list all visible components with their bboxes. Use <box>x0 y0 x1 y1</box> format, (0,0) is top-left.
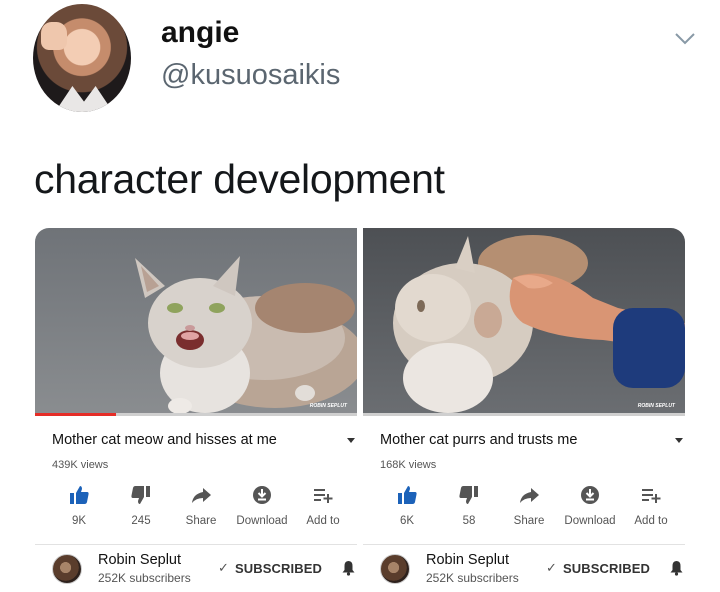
bell-icon[interactable] <box>342 560 355 576</box>
video-card: ROBIN SEPLUT Mother cat purrs and trusts… <box>363 228 685 592</box>
dislike-button[interactable]: 245 <box>111 484 171 534</box>
expand-caret-icon[interactable] <box>675 438 683 443</box>
share-label: Share <box>513 515 545 527</box>
like-count: 9K <box>71 515 87 527</box>
checkmark-icon: ✓ <box>218 560 229 575</box>
dislike-count: 58 <box>462 515 476 527</box>
subscriber-count: 252K subscribers <box>426 571 519 585</box>
thumbs-up-icon <box>70 486 89 504</box>
thumbs-down-icon <box>131 486 150 504</box>
share-label: Share <box>185 515 217 527</box>
subscribed-button[interactable]: SUBSCRIBED <box>563 561 650 576</box>
share-button[interactable]: Share <box>171 484 231 534</box>
video-progress-fill <box>35 413 116 416</box>
dislike-count: 245 <box>131 515 151 527</box>
channel-name[interactable]: Robin Seplut <box>426 552 509 568</box>
add-to-button[interactable]: Add to <box>293 484 353 534</box>
add-to-playlist-icon <box>314 489 333 503</box>
video-thumbnail[interactable]: ROBIN SEPLUT <box>35 228 357 416</box>
download-button[interactable]: Download <box>232 484 292 534</box>
like-count: 6K <box>399 515 415 527</box>
channel-row: Robin Seplut 252K subscribers ✓ SUBSCRIB… <box>35 550 357 590</box>
like-button[interactable]: 6K <box>377 484 437 534</box>
channel-name[interactable]: Robin Seplut <box>98 552 181 568</box>
subscribed-button[interactable]: SUBSCRIBED <box>235 561 322 576</box>
watermark-logo: ROBIN SEPLUT <box>637 403 675 409</box>
video-actions: 6K 58 Share Download Add to <box>363 484 685 534</box>
video-progress-bar[interactable] <box>35 413 357 416</box>
video-title[interactable]: Mother cat purrs and trusts me <box>380 432 577 448</box>
video-cards: ROBIN SEPLUT Mother cat meow and hisses … <box>35 228 685 592</box>
user-avatar[interactable] <box>33 4 131 112</box>
tweet-header: angie @kusuosaikis <box>30 4 700 114</box>
avatar-hand <box>41 22 67 50</box>
download-label: Download <box>564 515 616 527</box>
download-icon <box>253 486 271 504</box>
download-button[interactable]: Download <box>560 484 620 534</box>
expand-caret-icon[interactable] <box>347 438 355 443</box>
channel-row: Robin Seplut 252K subscribers ✓ SUBSCRIB… <box>363 550 685 590</box>
video-actions: 9K 245 Share Download Add to <box>35 484 357 534</box>
add-to-label: Add to <box>306 515 340 527</box>
divider <box>363 544 685 545</box>
channel-avatar[interactable] <box>380 554 410 584</box>
thumbs-up-icon <box>398 486 417 504</box>
video-progress-bar[interactable] <box>363 413 685 416</box>
checkmark-icon: ✓ <box>546 560 557 575</box>
share-arrow-icon <box>192 488 211 503</box>
video-title[interactable]: Mother cat meow and hisses at me <box>52 432 277 448</box>
add-to-label: Add to <box>634 515 668 527</box>
video-card: ROBIN SEPLUT Mother cat meow and hisses … <box>35 228 357 592</box>
view-count: 439K views <box>52 459 109 471</box>
thumbs-down-icon <box>459 486 478 504</box>
like-button[interactable]: 9K <box>49 484 109 534</box>
chevron-down-icon[interactable] <box>674 32 696 46</box>
download-label: Download <box>236 515 288 527</box>
dislike-button[interactable]: 58 <box>439 484 499 534</box>
bell-icon[interactable] <box>670 560 683 576</box>
watermark-logo: ROBIN SEPLUT <box>309 403 347 409</box>
subscriber-count: 252K subscribers <box>98 571 191 585</box>
display-name[interactable]: angie <box>161 16 239 50</box>
download-icon <box>581 486 599 504</box>
tweet-text: character development <box>34 156 445 202</box>
share-button[interactable]: Share <box>499 484 559 534</box>
add-to-playlist-icon <box>642 489 661 503</box>
add-to-button[interactable]: Add to <box>621 484 681 534</box>
divider <box>35 544 357 545</box>
video-thumbnail[interactable]: ROBIN SEPLUT <box>363 228 685 416</box>
view-count: 168K views <box>380 459 437 471</box>
share-arrow-icon <box>520 488 539 503</box>
user-handle[interactable]: @kusuosaikis <box>161 59 340 92</box>
channel-avatar[interactable] <box>52 554 82 584</box>
avatar-collar <box>55 86 113 112</box>
